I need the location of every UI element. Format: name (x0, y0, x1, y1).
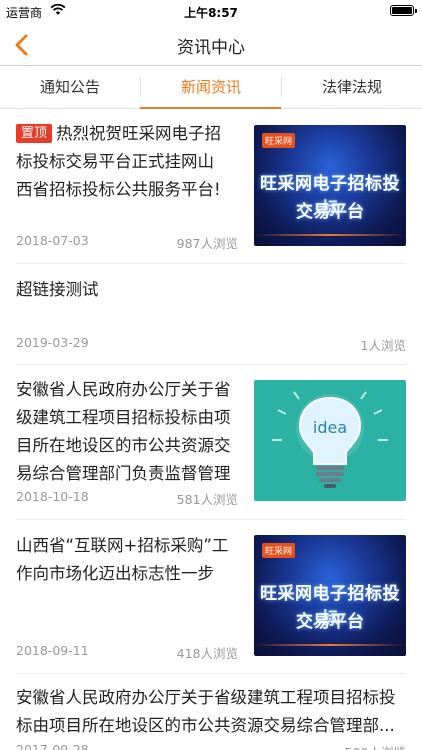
news-item[interactable]: 超链接测试 2019-03-29 1人浏览 (16, 264, 406, 365)
tab-bar: 通知公告 新闻资讯 法律法规 (0, 67, 422, 109)
banner-subheadline: 交易平台 (296, 202, 364, 222)
tab-notices[interactable]: 通知公告 (0, 67, 140, 109)
news-thumbnail: 旺采网 旺采网电子招标投标 交易平台 (254, 535, 406, 656)
lightbulb-icon (272, 391, 388, 488)
news-title: 安徽省人民政府办公厅关于省级建筑工程项目招标投标由项目所在地设区的市公共资源交易… (16, 688, 396, 735)
page-title: 资讯中心 (177, 38, 245, 58)
news-item[interactable]: 安徽省人民政府办公厅关于省级建筑工程项目招标投标由项目所在地设区的市公共资源交易… (16, 365, 406, 520)
navigation-bar: 资讯中心 (0, 22, 422, 66)
status-bar: 运营商 上午8:57 (0, 0, 422, 22)
news-view-count: 418人浏览 (176, 646, 238, 661)
news-item[interactable]: 安徽省人民政府办公厅关于省级建筑工程项目招标投标由项目所在地设区的市公共资源交易… (16, 674, 406, 750)
banner-subheadline: 交易平台 (296, 612, 364, 632)
news-title: 超链接测试 (16, 280, 99, 299)
news-date: 2019-03-29 (16, 335, 89, 350)
idea-word: idea (312, 418, 348, 437)
active-tab-indicator (140, 107, 281, 109)
news-view-count: 500人浏览 (276, 742, 406, 750)
news-date: 2018-09-11 (16, 643, 89, 658)
news-thumbnail: idea (254, 380, 406, 501)
news-view-count: 1人浏览 (360, 338, 406, 353)
news-title: 置顶 热烈祝贺旺采网电子招标投标交易平台正式挂网山西省招标投标公共服务平台! (16, 120, 228, 204)
pinned-badge: 置顶 (16, 124, 53, 143)
news-item[interactable]: 山西省“互联网+招标采购”工作向市场化迈出标志性一步 2018-09-11 41… (16, 520, 406, 674)
news-date: 2017-09-28 (16, 742, 89, 750)
news-date: 2018-07-03 (16, 233, 89, 248)
news-date: 2018-10-18 (16, 489, 89, 504)
tab-news[interactable]: 新闻资讯 (141, 67, 281, 109)
news-title: 山西省“互联网+招标采购”工作向市场化迈出标志性一步 (16, 536, 229, 583)
news-title: 安徽省人民政府办公厅关于省级建筑工程项目招标投标由项目所在地设区的市公共资源交易… (16, 380, 231, 483)
news-item[interactable]: 置顶 热烈祝贺旺采网电子招标投标交易平台正式挂网山西省招标投标公共服务平台! 20… (16, 110, 406, 264)
news-view-count: 987人浏览 (176, 236, 238, 251)
tab-laws[interactable]: 法律法规 (282, 67, 422, 109)
brand-logo: 旺采网 (262, 133, 296, 148)
banner-decoration (254, 644, 406, 646)
brand-logo: 旺采网 (262, 543, 296, 558)
banner-decoration (254, 234, 406, 236)
news-view-count: 581人浏览 (176, 492, 238, 507)
battery-icon (390, 5, 417, 16)
clock: 上午8:57 (184, 6, 238, 20)
news-thumbnail: 旺采网 旺采网电子招标投标 交易平台 (254, 125, 406, 246)
